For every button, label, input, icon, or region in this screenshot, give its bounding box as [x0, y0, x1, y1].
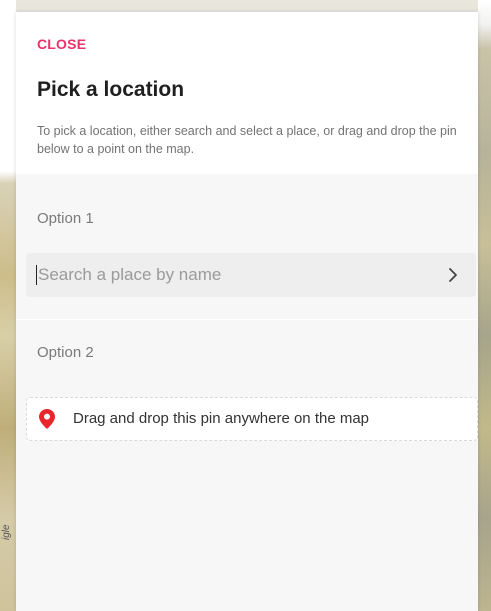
option-1-label: Option 1 — [37, 210, 94, 227]
search-placeholder: Search a place by name — [38, 265, 222, 284]
pin-instruction-text: Drag and drop this pin anywhere on the m… — [73, 410, 370, 427]
map-edge-label: igle — [1, 524, 12, 540]
option-2-label: Option 2 — [37, 344, 94, 361]
chevron-right-icon[interactable] — [444, 265, 462, 285]
instructions-text: To pick a location, either search and se… — [37, 124, 457, 156]
draggable-pin-row[interactable]: Drag and drop this pin anywhere on the m… — [26, 397, 478, 441]
search-input[interactable]: Search a place by name — [26, 253, 476, 297]
page-title: Pick a location — [37, 78, 185, 101]
section-divider — [16, 319, 478, 320]
text-cursor — [36, 265, 37, 285]
map-background-left[interactable] — [0, 0, 16, 611]
close-button[interactable]: CLOSE — [37, 36, 86, 52]
options-section: Option 1 Search a place by name Option 2 — [16, 174, 478, 611]
map-background-right[interactable] — [478, 0, 491, 611]
app-stage: igle CLOSE Pick a location To pick a loc… — [0, 0, 491, 611]
pick-location-panel: CLOSE Pick a location To pick a location… — [16, 12, 478, 611]
map-pin-icon[interactable] — [39, 409, 55, 429]
